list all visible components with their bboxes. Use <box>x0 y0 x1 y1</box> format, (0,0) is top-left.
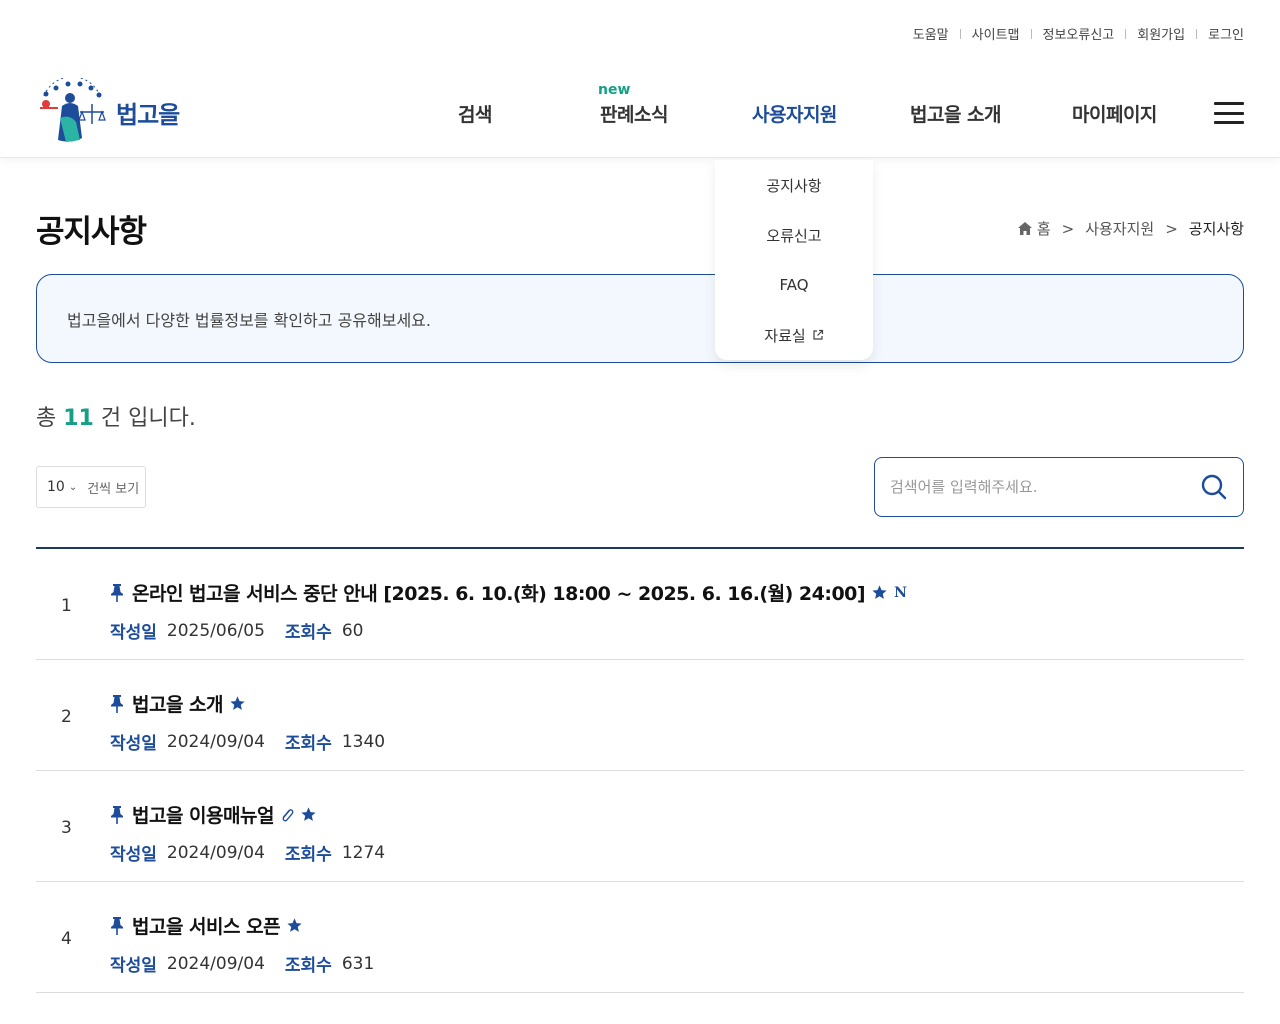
attachment-icon <box>282 808 294 821</box>
signup-link[interactable]: 회원가입 <box>1137 24 1185 43</box>
star-icon <box>301 807 316 821</box>
divider <box>959 28 961 39</box>
breadcrumb: 홈 > 사용자지원 > 공지사항 <box>1017 218 1244 239</box>
table-row[interactable]: 1 온라인 법고을 서비스 중단 안내 [2025. 6. 10.(화) 18:0… <box>36 549 1244 660</box>
table-row[interactable]: 2 법고을 소개작성일 2024/09/04 조회수 1340 <box>36 660 1244 771</box>
views-label: 조회수 <box>284 734 332 754</box>
menu-icon[interactable] <box>1214 102 1244 124</box>
star-icon <box>230 696 245 710</box>
notice-meta: 작성일 2025/06/05 조회수 60 <box>110 618 383 644</box>
per-page-value: 10 <box>47 479 65 495</box>
new-badge: N <box>894 584 907 601</box>
user-support-submenu: 공지사항 오류신고 FAQ 자료실 <box>715 160 873 360</box>
divider <box>1196 28 1198 39</box>
row-number: 3 <box>61 818 72 838</box>
search-icon[interactable] <box>1200 473 1228 501</box>
search-box <box>874 457 1244 517</box>
error-report-link[interactable]: 정보오류신고 <box>1043 24 1115 43</box>
pin-icon <box>111 805 123 824</box>
submenu-archive[interactable]: 자료실 <box>715 310 873 360</box>
notice-title: 법고을 서비스 오픈 <box>132 916 281 938</box>
nav-label: 판례소식 <box>600 104 668 126</box>
nav-mypage[interactable]: 마이페이지 <box>1072 100 1157 127</box>
views-label: 조회수 <box>284 845 332 865</box>
new-badge: new <box>598 82 631 98</box>
date-value: 2024/09/04 <box>166 731 265 752</box>
date-label: 작성일 <box>110 734 157 754</box>
breadcrumb-separator: > <box>1165 219 1178 238</box>
notice-title: 법고을 이용매뉴얼 <box>132 805 274 827</box>
views-label: 조회수 <box>284 956 332 976</box>
row-number: 2 <box>61 707 72 727</box>
sitemap-link[interactable]: 사이트맵 <box>972 24 1020 43</box>
nav-label: 마이페이지 <box>1072 104 1157 126</box>
notice-title: 온라인 법고을 서비스 중단 안내 [2025. 6. 10.(화) 18:00… <box>132 583 866 605</box>
views-value: 60 <box>341 620 364 641</box>
per-page-label: 건씩 보기 <box>87 481 140 497</box>
table-row[interactable]: 3 법고을 이용매뉴얼작성일 2024/09/04 조회수 1274 <box>36 771 1244 882</box>
per-page-select[interactable]: 10 ⌄ 건씩 보기 <box>36 466 146 508</box>
star-icon <box>287 918 302 932</box>
chevron-down-icon: ⌄ <box>68 481 78 493</box>
divider <box>1125 28 1127 39</box>
nav-about[interactable]: 법고을 소개 <box>910 100 1002 127</box>
pin-icon <box>111 583 123 602</box>
court-emblem-icon <box>36 76 108 146</box>
divider <box>1030 28 1032 39</box>
views-value: 631 <box>341 953 375 974</box>
nav-search[interactable]: 검색 <box>458 100 492 127</box>
home-icon <box>1017 222 1032 235</box>
total-number: 11 <box>63 406 94 431</box>
notice-title-link[interactable]: 온라인 법고을 서비스 중단 안내 [2025. 6. 10.(화) 18:00… <box>110 579 907 606</box>
notice-title-link[interactable]: 법고을 서비스 오픈 <box>110 912 303 939</box>
external-link-icon <box>813 329 823 340</box>
search-input[interactable] <box>890 478 1200 496</box>
nav-case-news[interactable]: new 판례소식 <box>598 82 668 127</box>
date-value: 2024/09/04 <box>166 842 265 863</box>
total-count: 총 11 건 입니다. <box>36 406 196 431</box>
notice-title-link[interactable]: 법고을 소개 <box>110 690 246 717</box>
info-banner: 법고을에서 다양한 법률정보를 확인하고 공유해보세요. <box>36 274 1244 363</box>
nav-label: 검색 <box>458 104 492 126</box>
pin-icon <box>111 694 123 713</box>
submenu-faq[interactable]: FAQ <box>715 260 873 310</box>
notice-meta: 작성일 2024/09/04 조회수 1274 <box>110 840 405 866</box>
help-link[interactable]: 도움말 <box>913 24 949 43</box>
views-value: 1340 <box>341 731 386 752</box>
nav-label: 사용자지원 <box>752 104 837 126</box>
pin-icon <box>111 916 123 935</box>
date-label: 작성일 <box>110 623 157 643</box>
logo-text: 법고을 <box>116 100 180 129</box>
row-number: 1 <box>61 596 72 616</box>
views-value: 1274 <box>341 842 386 863</box>
breadcrumb-separator: > <box>1061 219 1075 238</box>
submenu-notice[interactable]: 공지사항 <box>715 160 873 210</box>
info-text: 법고을에서 다양한 법률정보를 확인하고 공유해보세요. <box>67 310 431 330</box>
breadcrumb-user-support[interactable]: 사용자지원 <box>1085 218 1154 239</box>
date-label: 작성일 <box>110 956 157 976</box>
notice-list: 1 온라인 법고을 서비스 중단 안내 [2025. 6. 10.(화) 18:0… <box>36 547 1244 993</box>
site-header: 법고을 검색 new 판례소식 사용자지원 법고을 소개 마이페이지 <box>0 60 1280 158</box>
breadcrumb-home[interactable]: 홈 <box>1037 218 1051 239</box>
notice-meta: 작성일 2024/09/04 조회수 631 <box>110 951 394 977</box>
table-row[interactable]: 4 법고을 서비스 오픈작성일 2024/09/04 조회수 631 <box>36 882 1244 993</box>
date-value: 2025/06/05 <box>166 620 265 641</box>
breadcrumb-current: 공지사항 <box>1188 220 1244 238</box>
utility-nav: 도움말 사이트맵 정보오류신고 회원가입 로그인 <box>913 24 1244 43</box>
nav-user-support[interactable]: 사용자지원 <box>752 100 837 127</box>
nav-label: 법고을 소개 <box>910 104 1002 126</box>
notice-meta: 작성일 2024/09/04 조회수 1340 <box>110 729 405 755</box>
row-number: 4 <box>61 929 72 949</box>
date-label: 작성일 <box>110 845 157 865</box>
star-icon <box>872 585 887 599</box>
notice-title: 법고을 소개 <box>132 694 224 716</box>
views-label: 조회수 <box>284 623 332 643</box>
page-title: 공지사항 <box>36 214 147 250</box>
date-value: 2024/09/04 <box>166 953 265 974</box>
site-logo[interactable]: 법고을 <box>36 76 180 146</box>
submenu-error-report[interactable]: 오류신고 <box>715 210 873 260</box>
notice-title-link[interactable]: 법고을 이용매뉴얼 <box>110 801 317 828</box>
login-link[interactable]: 로그인 <box>1208 24 1244 43</box>
